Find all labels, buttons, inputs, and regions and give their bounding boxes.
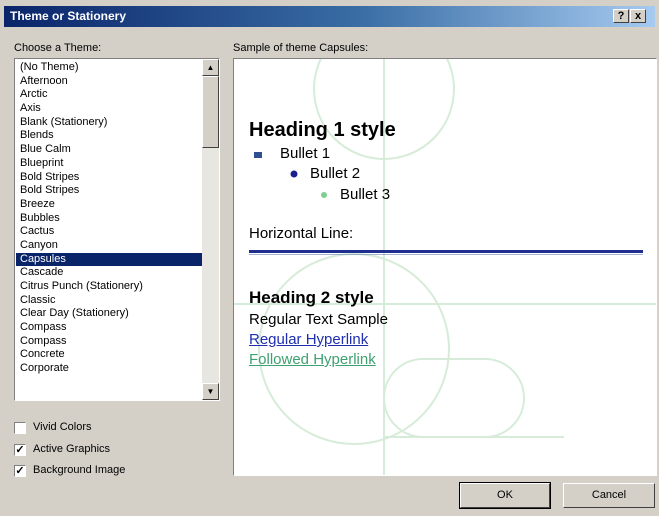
listbox-scrollbar[interactable]: ▲ ▼ (202, 59, 219, 400)
bullet3-icon (321, 192, 327, 198)
preview-hyperlink: Regular Hyperlink (249, 331, 369, 348)
choose-theme-label: Choose a Theme: (14, 42, 102, 54)
theme-list-item[interactable]: Bold Stripes (16, 171, 202, 185)
scroll-thumb[interactable] (202, 76, 219, 148)
preview-bullet2: Bullet 2 (310, 165, 361, 182)
bullet1-icon (254, 152, 262, 158)
theme-list-item[interactable]: Bold Stripes (16, 184, 202, 198)
theme-list-item[interactable]: Cactus (16, 225, 202, 239)
theme-list-item[interactable]: Blank (Stationery) (16, 116, 202, 130)
theme-list-item[interactable]: Bubbles (16, 212, 202, 226)
background-image-box[interactable]: ✓ (14, 465, 26, 477)
vivid-colors-label: Vivid Colors (33, 421, 92, 433)
theme-preview: Heading 1 style Bullet 1 Bullet 2 Bullet… (233, 58, 657, 476)
title-bar[interactable]: Theme or Stationery ? x (4, 6, 655, 27)
preview-regular-text: Regular Text Sample (249, 311, 388, 328)
help-button[interactable]: ? (613, 9, 629, 23)
theme-list-item[interactable]: Arctic (16, 88, 202, 102)
cancel-button[interactable]: Cancel (563, 483, 655, 508)
theme-list-item[interactable]: Corporate (16, 362, 202, 376)
close-button[interactable]: x (630, 9, 646, 23)
preview-heading1: Heading 1 style (249, 119, 396, 141)
theme-list-item[interactable]: Breeze (16, 198, 202, 212)
horizontal-rule-shadow (249, 254, 643, 255)
preview-bullet1: Bullet 1 (280, 145, 331, 162)
theme-list-item[interactable]: Blueprint (16, 157, 202, 171)
preview-bullet3: Bullet 3 (340, 186, 391, 203)
sample-label: Sample of theme Capsules: (233, 42, 369, 54)
theme-list-item[interactable]: Canyon (16, 239, 202, 253)
theme-list: (No Theme) Afternoon Arctic Axis Blank (Stat… (16, 61, 202, 376)
theme-list-item[interactable]: Compass (16, 335, 202, 349)
vivid-colors-box[interactable] (14, 422, 26, 434)
theme-list-item[interactable]: Axis (16, 102, 202, 116)
scroll-up-icon[interactable]: ▲ (202, 59, 219, 76)
theme-list-item[interactable]: Concrete (16, 348, 202, 362)
theme-list-item[interactable]: Citrus Punch (Stationery) (16, 280, 202, 294)
ok-button[interactable]: OK (459, 482, 551, 509)
preview-followed-hyperlink: Followed Hyperlink (249, 351, 376, 368)
theme-list-item[interactable]: Compass (16, 321, 202, 335)
background-image-label: Background Image (33, 464, 126, 476)
theme-list-item[interactable]: Capsules (16, 252, 202, 267)
theme-list-item[interactable]: Clear Day (Stationery) (16, 307, 202, 321)
theme-listbox[interactable]: (No Theme) Afternoon Arctic Axis Blank (Stat… (14, 58, 220, 401)
active-graphics-label: Active Graphics (33, 443, 111, 455)
theme-list-item[interactable]: Cascade (16, 266, 202, 280)
theme-list-item[interactable]: (No Theme) (16, 61, 202, 75)
theme-list-item[interactable]: Blends (16, 129, 202, 143)
horizontal-rule (249, 250, 643, 253)
theme-list-item[interactable]: Classic (16, 294, 202, 308)
preview-hline-label: Horizontal Line: (249, 225, 354, 242)
theme-list-item[interactable]: Afternoon (16, 75, 202, 89)
window-title: Theme or Stationery (10, 9, 127, 23)
scroll-down-icon[interactable]: ▼ (202, 383, 219, 400)
theme-list-item[interactable]: Blue Calm (16, 143, 202, 157)
active-graphics-box[interactable]: ✓ (14, 444, 26, 456)
bullet2-icon (290, 170, 298, 178)
theme-dialog: Theme or Stationery ? x Choose a Theme: … (0, 0, 659, 516)
preview-heading2: Heading 2 style (249, 288, 374, 307)
